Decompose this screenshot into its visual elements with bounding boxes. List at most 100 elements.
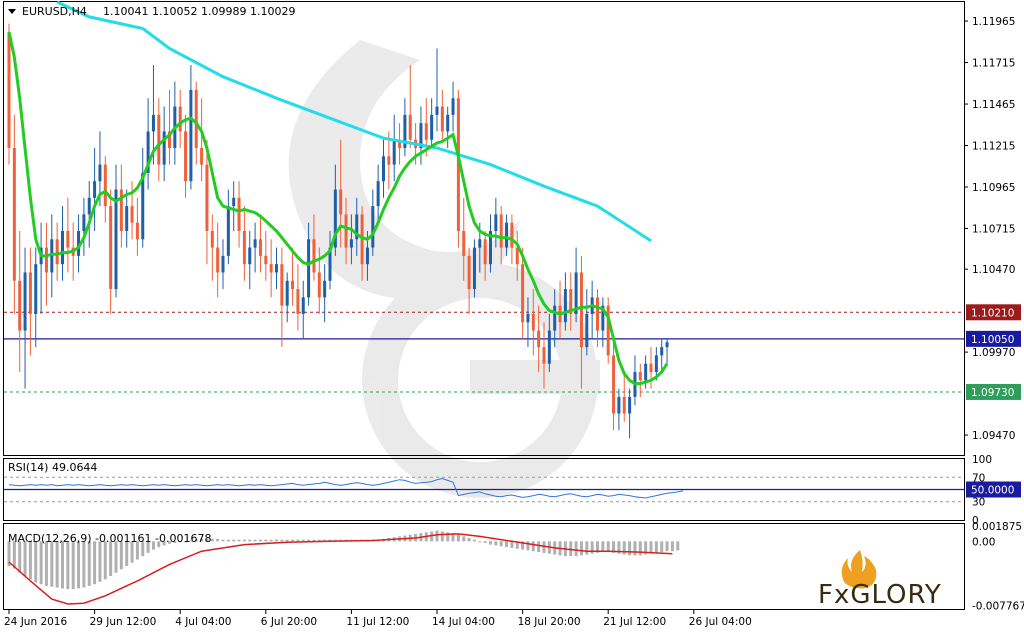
candle-body: [312, 239, 316, 273]
candle-body: [28, 272, 32, 314]
candle-body: [162, 131, 166, 165]
candle-body: [194, 89, 198, 149]
macd-bar: [574, 541, 578, 557]
candle-body: [7, 31, 11, 149]
price-tick-label: 1.09970: [972, 347, 1015, 359]
macd-bar: [125, 541, 129, 567]
candle-body: [291, 280, 295, 290]
candle-body: [467, 255, 471, 290]
ohlc-label: 1.10041 1.10052 1.09989 1.10029: [103, 5, 295, 18]
macd-bar: [18, 541, 22, 573]
candle-body: [579, 272, 583, 348]
candle-body: [258, 239, 262, 256]
candle-body: [585, 313, 589, 348]
candle-body: [44, 247, 48, 273]
macd-bar: [494, 541, 498, 546]
macd-bar: [472, 539, 476, 542]
macd-bar: [456, 534, 460, 542]
macd-bar: [71, 541, 75, 590]
macd-bar: [489, 541, 492, 545]
macd-bar: [633, 541, 637, 556]
rsi-tick-label: 100: [972, 454, 992, 466]
candle-body: [125, 206, 129, 231]
macd-tick-label: 0.00: [972, 536, 995, 548]
candle-body: [483, 239, 487, 265]
candle-body: [280, 264, 284, 306]
macd-bar: [505, 541, 509, 548]
candle-body: [232, 197, 236, 207]
date-tick-label: 18 Jul 20:00: [518, 616, 581, 628]
macd-bar: [269, 539, 273, 542]
candle-body: [109, 206, 113, 290]
macd-bar: [253, 539, 257, 542]
candle-body: [135, 222, 139, 240]
macd-bar: [55, 541, 59, 588]
macd-bar: [285, 539, 289, 542]
candle-body: [537, 330, 541, 348]
macd-tick-label: 0.001875: [972, 521, 1022, 533]
candle-body: [301, 297, 305, 314]
macd-bar: [510, 541, 514, 548]
date-tick-label: 11 Jul 12:00: [346, 616, 409, 628]
macd-label: MACD(12,26,9) -0.001161 -0.001678: [8, 532, 211, 545]
candle-body: [622, 396, 626, 414]
candle-body: [596, 297, 599, 331]
candle-body: [307, 239, 311, 298]
candle-body: [151, 114, 155, 132]
candle-body: [103, 164, 107, 207]
candle-body: [451, 98, 455, 115]
price-tick-label: 1.10965: [972, 182, 1015, 194]
macd-bar: [585, 541, 589, 555]
macd-bar: [537, 541, 541, 553]
price-tick-label: 1.09470: [972, 430, 1015, 442]
macd-bar: [531, 541, 535, 552]
candle-body: [387, 156, 391, 165]
symbol-label: EURUSD,H4: [22, 5, 87, 18]
rsi-label: RSI(14) 49.0644: [8, 461, 97, 474]
candle-body: [339, 189, 343, 215]
candle-body: [264, 255, 268, 265]
macd-bar: [264, 539, 268, 542]
candle-body: [510, 222, 514, 248]
macd-bar: [638, 541, 642, 556]
macd-bar: [248, 539, 252, 542]
macd-bar: [291, 539, 295, 542]
date-tick-label: 21 Jul 12:00: [603, 616, 666, 628]
candle-body: [542, 347, 546, 364]
macd-bar: [526, 541, 530, 551]
macd-bar: [654, 541, 658, 553]
candle-body: [87, 197, 91, 215]
candle-body: [408, 114, 412, 140]
candle-body: [253, 239, 257, 248]
macd-bar: [237, 539, 241, 542]
candle-body: [547, 330, 551, 364]
price-tick-label: 1.11215: [972, 141, 1015, 153]
candle-body: [392, 139, 396, 165]
macd-bar: [435, 530, 439, 542]
candle-body: [654, 355, 658, 373]
macd-bar: [221, 539, 225, 542]
candle-body: [478, 239, 482, 248]
candle-body: [200, 148, 204, 165]
candle-body: [553, 305, 557, 331]
price-tick-label: 1.10470: [972, 264, 1015, 276]
candle-body: [424, 123, 428, 140]
macd-bar: [98, 541, 102, 582]
candle-body: [55, 239, 59, 265]
macd-bar: [77, 541, 81, 589]
candle-body: [365, 247, 369, 265]
macd-bar: [296, 539, 300, 542]
level-badge-label-resistance: 1.10210: [971, 307, 1014, 319]
candle-body: [226, 206, 230, 256]
candle-body: [130, 206, 134, 223]
macd-bar: [226, 539, 230, 542]
candle-body: [93, 181, 97, 198]
candle-body: [382, 156, 385, 182]
macd-bar: [82, 541, 86, 588]
candle-body: [82, 214, 86, 231]
candle-body: [349, 239, 353, 248]
candle-body: [644, 363, 648, 381]
candle-body: [66, 230, 70, 248]
candle-body: [178, 106, 182, 132]
candle-body: [435, 106, 439, 115]
